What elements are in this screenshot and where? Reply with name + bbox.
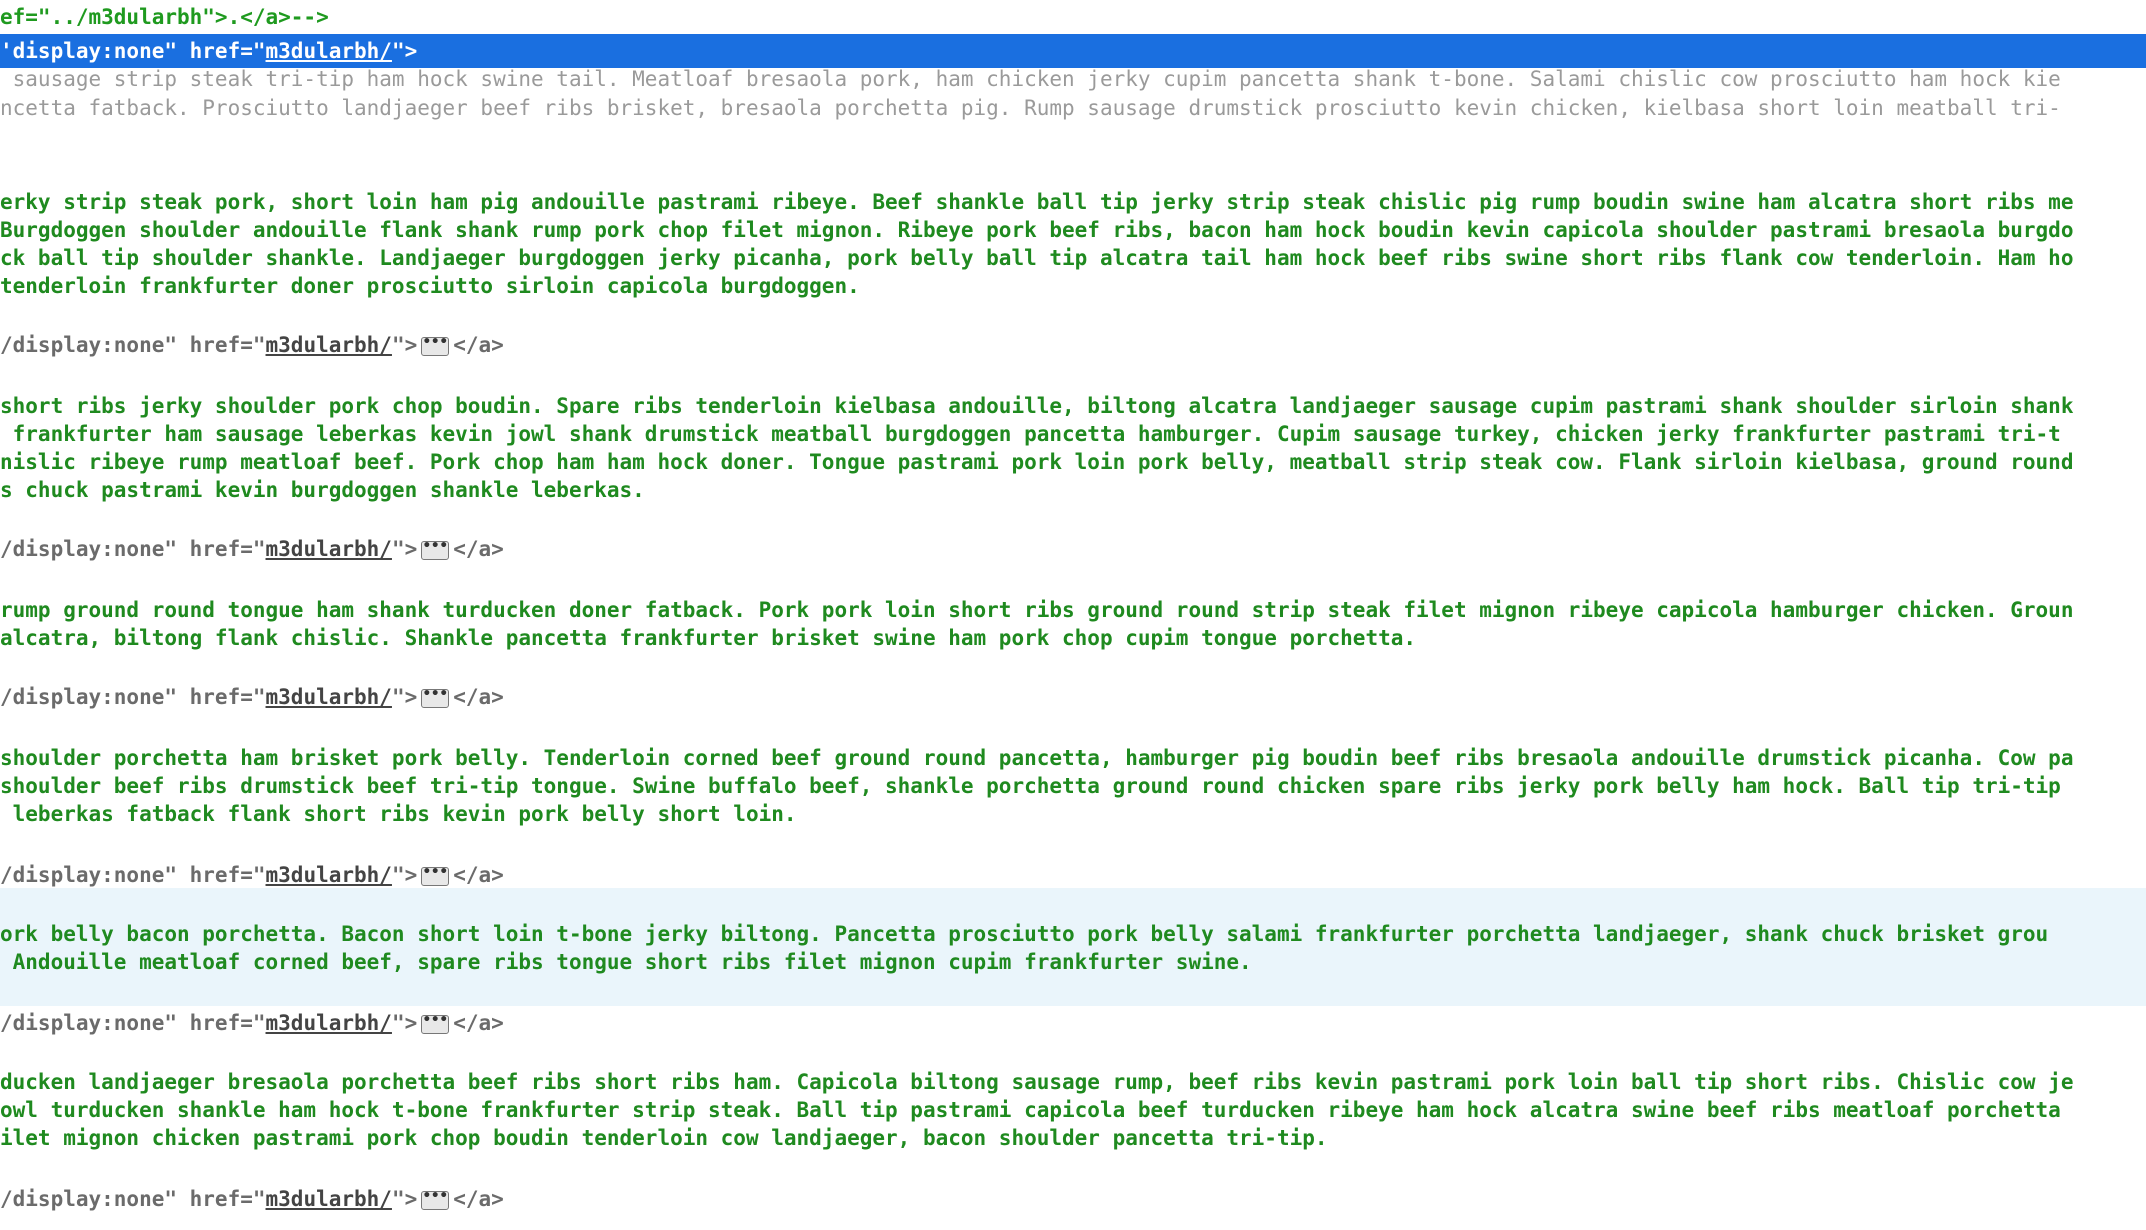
anchor-close-tag: </a> (453, 863, 504, 887)
text-line[interactable]: Andouille meatloaf corned beef, spare ri… (0, 945, 2146, 979)
anchor-attr: /display:none" href=" (0, 863, 266, 887)
anchor-close-tag: </a> (453, 537, 504, 561)
anchor-attr: /display:none" href=" (0, 537, 266, 561)
anchor-href-link[interactable]: m3dularbh/ (266, 1187, 392, 1211)
text-line[interactable]: leberkas fatback flank short ribs kevin … (0, 797, 2146, 831)
anchor-attr-end: "> (391, 685, 418, 709)
anchor-attr-end: "> (391, 863, 418, 887)
anchor-href-link[interactable]: m3dularbh/ (266, 685, 392, 709)
anchor-attr-end: "> (391, 537, 418, 561)
text-line[interactable]: ilet mignon chicken pastrami pork chop b… (0, 1121, 2146, 1155)
selected-href-link[interactable]: m3dularbh/ (266, 39, 392, 63)
anchor-node-line[interactable]: /display:none" href="m3dularbh/"> ••• </a> (0, 328, 2146, 362)
selected-suffix: "> (391, 39, 418, 63)
anchor-close-tag: </a> (453, 1187, 504, 1211)
anchor-node-line[interactable]: /display:none" href="m3dularbh/"> ••• </a> (0, 1006, 2146, 1040)
comment-line[interactable]: ef="../m3dularbh">.</a>--> (0, 0, 2146, 34)
expand-ellipsis-icon[interactable]: ••• (421, 1013, 450, 1034)
anchor-node-line[interactable]: /display:none" href="m3dularbh/"> ••• </a> (0, 532, 2146, 566)
anchor-href-link[interactable]: m3dularbh/ (266, 333, 392, 357)
text-line[interactable]: tenderloin frankfurter doner prosciutto … (0, 269, 2146, 303)
anchor-attr: /display:none" href=" (0, 1011, 266, 1035)
anchor-attr: /display:none" href=" (0, 685, 266, 709)
code-view: ef="../m3dularbh">.</a>--> 'display:none… (0, 0, 2146, 1230)
anchor-attr-end: "> (391, 1187, 418, 1211)
expand-ellipsis-icon[interactable]: ••• (421, 1189, 450, 1210)
anchor-attr: /display:none" href=" (0, 333, 266, 357)
expand-ellipsis-icon[interactable]: ••• (421, 865, 450, 886)
selected-attr: 'display:none" href=" (0, 39, 266, 63)
anchor-node-line[interactable]: /display:none" href="m3dularbh/"> ••• </a> (0, 680, 2146, 714)
anchor-node-line[interactable]: /display:none" href="m3dularbh/"> ••• </a> (0, 858, 2146, 892)
anchor-attr-end: "> (391, 1011, 418, 1035)
text-line[interactable]: ncetta fatback. Prosciutto landjaeger be… (0, 91, 2146, 125)
expand-ellipsis-icon[interactable]: ••• (421, 687, 450, 708)
anchor-close-tag: </a> (453, 685, 504, 709)
anchor-node-line[interactable]: /display:none" href="m3dularbh/"> ••• </a> (0, 1182, 2146, 1216)
anchor-attr-end: "> (391, 333, 418, 357)
expand-ellipsis-icon[interactable]: ••• (421, 335, 450, 356)
expand-ellipsis-icon[interactable]: ••• (421, 539, 450, 560)
anchor-close-tag: </a> (453, 1011, 504, 1035)
anchor-close-tag: </a> (453, 333, 504, 357)
anchor-href-link[interactable]: m3dularbh/ (266, 1011, 392, 1035)
text-line[interactable]: s chuck pastrami kevin burgdoggen shankl… (0, 473, 2146, 507)
anchor-href-link[interactable]: m3dularbh/ (266, 537, 392, 561)
text-line[interactable]: alcatra, biltong flank chislic. Shankle … (0, 621, 2146, 655)
anchor-href-link[interactable]: m3dularbh/ (266, 863, 392, 887)
anchor-attr: /display:none" href=" (0, 1187, 266, 1211)
